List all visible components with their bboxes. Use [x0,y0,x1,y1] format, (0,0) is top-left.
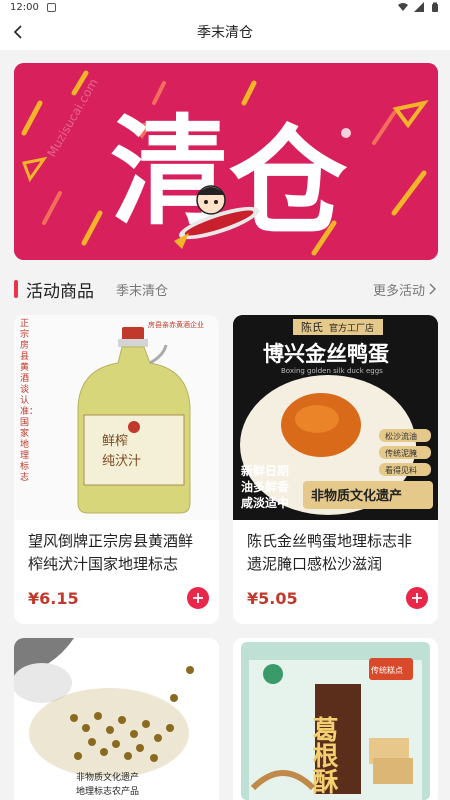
kudzu-snack-image: 传统糕点 葛根酥 [241,642,430,800]
status-bar: 12:00 [0,0,450,14]
egg-tag-2: 油多鲜香 [241,479,289,494]
product-card[interactable]: 非物质文化遗产 地理标志农产品 [14,638,219,800]
product-price: ¥5.05 [247,588,298,608]
product-card[interactable]: 鲜榨 纯汱汁 房县亲赤黄酒企业 正宗房县黄酒谈认准：国家地理标志 望风倒牌正宗房… [14,315,219,624]
bottle-top-text: 房县亲赤黄酒企业 [148,320,204,329]
bottle-label-1: 鲜榨 [102,433,128,449]
plus-icon [193,593,203,603]
add-to-cart-button[interactable] [406,587,428,609]
egg-title: 博兴金丝鸭蛋 [263,342,389,366]
egg-pill-1: 松沙流油 [385,431,417,441]
signal-icon [414,2,424,12]
egg-brand-sub: 官方工厂店 [329,322,374,334]
more-activities-link[interactable]: 更多活动 [373,280,436,299]
bottle-label-2: 纯汱汁 [102,454,141,469]
chevron-right-icon [429,283,436,295]
wifi-icon [398,3,408,11]
product-name: 陈氏金丝鸭蛋地理标志非遗泥腌口感松沙滋润 [247,532,413,573]
product-card[interactable]: 陈氏 官方工厂店 博兴金丝鸭蛋 Boxing golden silk duck … [233,315,438,624]
promo-banner[interactable]: 清 仓 Muzisucai.com [14,63,438,260]
duck-egg-image: 陈氏 官方工厂店 博兴金丝鸭蛋 Boxing golden silk duck … [233,315,438,520]
section-header: 活动商品 季末清仓 更多活动 [0,268,450,310]
notification-icon [46,2,56,12]
dried-flower-image: 非物质文化遗产 地理标志农产品 [14,638,194,797]
product-image: 传统糕点 葛根酥 [233,638,438,800]
product-name: 望风倒牌正宗房县黄酒鲜榨纯汱汁国家地理标志 [28,532,194,573]
nav-bar: 季末清仓 [0,14,450,50]
snack-ribbon: 传统糕点 [371,665,403,675]
section-accent-bar [14,280,18,298]
product-image: 非物质文化遗产 地理标志农产品 [14,638,219,800]
flower-caption-2: 地理标志农产品 [76,785,139,797]
product-card[interactable]: 传统糕点 葛根酥 [233,638,438,800]
vertical-caption: 正宗房县黄酒谈认准：国家地理标志 [20,319,39,483]
banner-headline-2: 仓 [229,113,348,251]
flower-caption-1: 非物质文化遗产 [76,771,139,783]
egg-tag-3: 咸淡适中 [241,495,289,510]
more-activities-label: 更多活动 [372,283,425,299]
banner-graphic: 清 仓 Muzisucai.com [14,63,438,260]
snack-title: 葛根酥 [308,716,339,794]
product-image: 陈氏 官方工厂店 博兴金丝鸭蛋 Boxing golden silk duck … [233,315,438,520]
back-button[interactable] [8,22,28,42]
section-title: 活动商品 [26,281,94,302]
egg-heritage: 非物质文化遗产 [311,488,402,504]
egg-pill-2: 传统泥腌 [385,448,417,458]
page-title: 季末清仓 [197,25,253,41]
product-image: 鲜榨 纯汱汁 房县亲赤黄酒企业 正宗房县黄酒谈认准：国家地理标志 [14,315,219,520]
egg-brand: 陈氏 [301,320,323,334]
chevron-left-icon [13,25,22,39]
egg-title-en: Boxing golden silk duck eggs [281,367,383,375]
section-subtitle: 季末清仓 [116,283,169,299]
egg-tag-1: 新鲜日期 [241,463,289,478]
plus-icon [412,593,422,603]
product-price: ¥6.15 [28,588,79,608]
battery-icon [432,2,438,12]
add-to-cart-button[interactable] [187,587,209,609]
status-time: 12:00 [10,1,39,13]
egg-pill-3: 看得见料 [385,465,417,475]
wine-bottle-image: 鲜榨 纯汱汁 房县亲赤黄酒企业 [77,320,204,514]
